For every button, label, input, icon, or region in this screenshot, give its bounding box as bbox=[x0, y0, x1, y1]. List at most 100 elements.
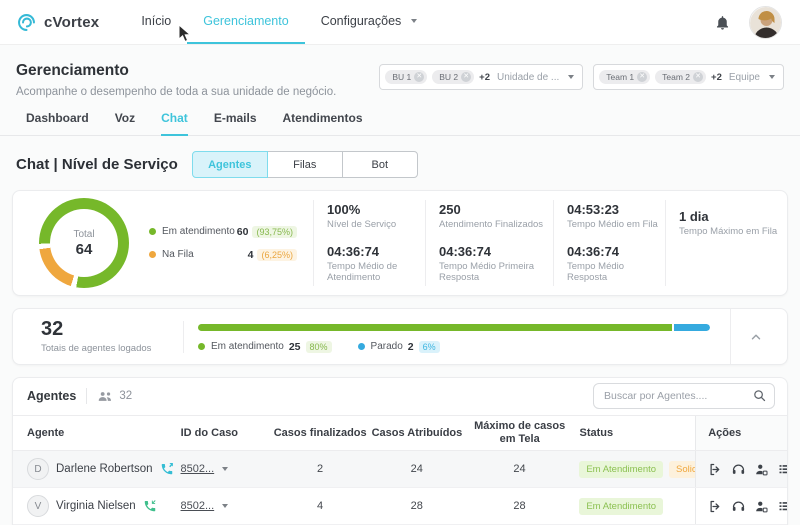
chip-label: BU 2 bbox=[439, 72, 458, 82]
chip-remove-icon[interactable]: ✕ bbox=[461, 72, 471, 82]
stat-label: Tempo Máximo em Fila bbox=[679, 226, 795, 238]
chip-remove-icon[interactable]: ✕ bbox=[693, 72, 703, 82]
max-cases-value: 24 bbox=[466, 451, 574, 487]
filter-chip: Team 2 ✕ bbox=[655, 70, 706, 84]
chevron-down-icon[interactable] bbox=[222, 504, 228, 508]
headset-icon[interactable] bbox=[731, 462, 746, 477]
filter-chip: BU 1 ✕ bbox=[385, 70, 427, 84]
chip-overflow-count: +2 bbox=[711, 72, 722, 83]
agents-count: 32 bbox=[119, 390, 132, 402]
brand-name: cVortex bbox=[44, 14, 99, 31]
stat-tempo-medio-fila: 04:53:23 Tempo Médio em Fila bbox=[567, 202, 665, 231]
search-input[interactable] bbox=[593, 383, 775, 409]
business-unit-filter[interactable]: BU 1 ✕ BU 2 ✕ +2 Unidade de ... bbox=[379, 64, 583, 90]
nav-item-inicio[interactable]: Início bbox=[125, 0, 187, 44]
top-navbar: cVortex Início Gerenciamento Configuraçõ… bbox=[0, 0, 800, 45]
stat-label: Tempo Médio Resposta bbox=[567, 261, 665, 285]
headset-icon[interactable] bbox=[731, 499, 746, 514]
agents-progress-bar bbox=[198, 324, 710, 331]
filter-placeholder: Equipe bbox=[729, 72, 760, 83]
view-tabs: Dashboard Voz Chat E-mails Atendimentos bbox=[0, 111, 800, 136]
legend-value: 25 bbox=[289, 341, 301, 353]
stat-label: Tempo Médio Primeira Resposta bbox=[439, 261, 553, 285]
stat-value: 04:53:23 bbox=[567, 202, 665, 217]
phone-forwarded-icon[interactable] bbox=[160, 462, 174, 476]
stat-tempo-maximo-fila: 1 dia Tempo Máximo em Fila bbox=[679, 209, 795, 238]
stat-label: Tempo Médio de Atendimento bbox=[327, 261, 425, 285]
main-nav: Início Gerenciamento Configurações bbox=[125, 0, 433, 44]
column-header-casos-finalizados: Casos finalizados bbox=[272, 416, 368, 450]
user-avatar[interactable] bbox=[749, 6, 782, 39]
legend-value: 4 bbox=[248, 249, 254, 261]
legend-item: Em atendimento 60 (93,75%) bbox=[149, 226, 297, 238]
chevron-up-icon bbox=[749, 330, 763, 344]
assign-user-icon[interactable] bbox=[754, 462, 769, 477]
brand[interactable]: cVortex bbox=[16, 12, 99, 33]
chip-overflow-count: +2 bbox=[479, 72, 490, 83]
cases-finished-value: 2 bbox=[272, 451, 368, 487]
bar-segment-parado bbox=[674, 324, 710, 331]
legend-pct-badge: (6,25%) bbox=[257, 249, 297, 261]
cases-finished-value: 4 bbox=[272, 488, 368, 524]
chevron-down-icon[interactable] bbox=[222, 467, 228, 471]
logout-agent-icon[interactable] bbox=[708, 462, 723, 477]
column-header-agente: Agente bbox=[13, 416, 181, 450]
legend-value: 60 bbox=[237, 226, 249, 238]
legend-dot-green bbox=[198, 343, 205, 350]
table-row[interactable]: V Virginia Nielsen 8502... 4 28 28 Em At… bbox=[13, 488, 787, 525]
legend-label: Em atendimento bbox=[162, 226, 237, 237]
donut-legend: Em atendimento 60 (93,75%) Na Fila 4 (6,… bbox=[149, 226, 297, 261]
stat-value: 250 bbox=[439, 202, 553, 217]
legend-item: Parado 2 6% bbox=[358, 341, 440, 353]
people-icon bbox=[97, 388, 114, 405]
logout-agent-icon[interactable] bbox=[708, 499, 723, 514]
legend-item: Na Fila 4 (6,25%) bbox=[149, 249, 297, 261]
stat-atendimento-finalizados: 250 Atendimento Finalizados bbox=[439, 202, 553, 231]
segment-filas[interactable]: Filas bbox=[267, 151, 343, 178]
tab-emails[interactable]: E-mails bbox=[214, 111, 257, 136]
logged-agents-label: Totais de agentes logados bbox=[41, 343, 173, 354]
phone-incoming-icon[interactable] bbox=[143, 499, 157, 513]
nav-item-configuracoes-label: Configurações bbox=[321, 14, 402, 28]
table-header-row: Agente ID do Caso Casos finalizados Caso… bbox=[13, 415, 787, 451]
assign-user-icon[interactable] bbox=[754, 499, 769, 514]
nav-item-configuracoes[interactable]: Configurações bbox=[305, 0, 434, 44]
chip-remove-icon[interactable]: ✕ bbox=[637, 72, 647, 82]
tab-atendimentos[interactable]: Atendimentos bbox=[283, 111, 363, 136]
status-badge: Em Atendimento bbox=[579, 498, 663, 515]
segment-agentes[interactable]: Agentes bbox=[192, 151, 268, 178]
queue-list-icon[interactable] bbox=[777, 462, 788, 477]
agents-panel-title: Agentes bbox=[27, 389, 76, 403]
stat-value: 04:36:74 bbox=[439, 244, 553, 259]
case-id-link[interactable]: 8502... bbox=[181, 463, 215, 475]
legend-label: Em atendimento bbox=[211, 341, 284, 352]
search-icon[interactable] bbox=[752, 388, 767, 408]
agents-bar-legend: Em atendimento 25 80% Parado 2 6% bbox=[198, 341, 720, 353]
status-badge: Em Atendimento bbox=[579, 461, 663, 478]
case-id-link[interactable]: 8502... bbox=[181, 500, 215, 512]
column-header-acoes: Ações bbox=[695, 416, 787, 450]
tab-dashboard[interactable]: Dashboard bbox=[26, 111, 89, 136]
legend-label: Na Fila bbox=[162, 249, 248, 260]
table-row[interactable]: D Darlene Robertson 8502... 2 24 24 Em A… bbox=[13, 451, 787, 488]
filter-placeholder: Unidade de ... bbox=[497, 72, 559, 83]
page-header: Gerenciamento Acompanhe o desempenho de … bbox=[0, 45, 800, 98]
tab-voz[interactable]: Voz bbox=[115, 111, 135, 136]
donut-center-value: 64 bbox=[76, 241, 93, 258]
agent-initial-avatar: D bbox=[27, 458, 49, 480]
stat-label: Nível de Serviço bbox=[327, 219, 425, 231]
tab-chat[interactable]: Chat bbox=[161, 111, 188, 136]
legend-item: Em atendimento 25 80% bbox=[198, 341, 332, 353]
chip-remove-icon[interactable]: ✕ bbox=[414, 72, 424, 82]
page-subtitle: Acompanhe o desempenho de toda a sua uni… bbox=[16, 86, 336, 98]
nav-item-gerenciamento[interactable]: Gerenciamento bbox=[187, 0, 304, 44]
stat-nivel-servico: 100% Nível de Serviço bbox=[327, 202, 425, 231]
collapse-panel-button[interactable] bbox=[730, 309, 777, 364]
team-filter[interactable]: Team 1 ✕ Team 2 ✕ +2 Equipe bbox=[593, 64, 784, 90]
bell-icon[interactable] bbox=[714, 14, 731, 31]
queue-list-icon[interactable] bbox=[777, 499, 788, 514]
legend-dot-green bbox=[149, 228, 156, 235]
segment-bot[interactable]: Bot bbox=[342, 151, 418, 178]
stat-value: 04:36:74 bbox=[567, 244, 665, 259]
page-title: Gerenciamento bbox=[16, 62, 336, 80]
